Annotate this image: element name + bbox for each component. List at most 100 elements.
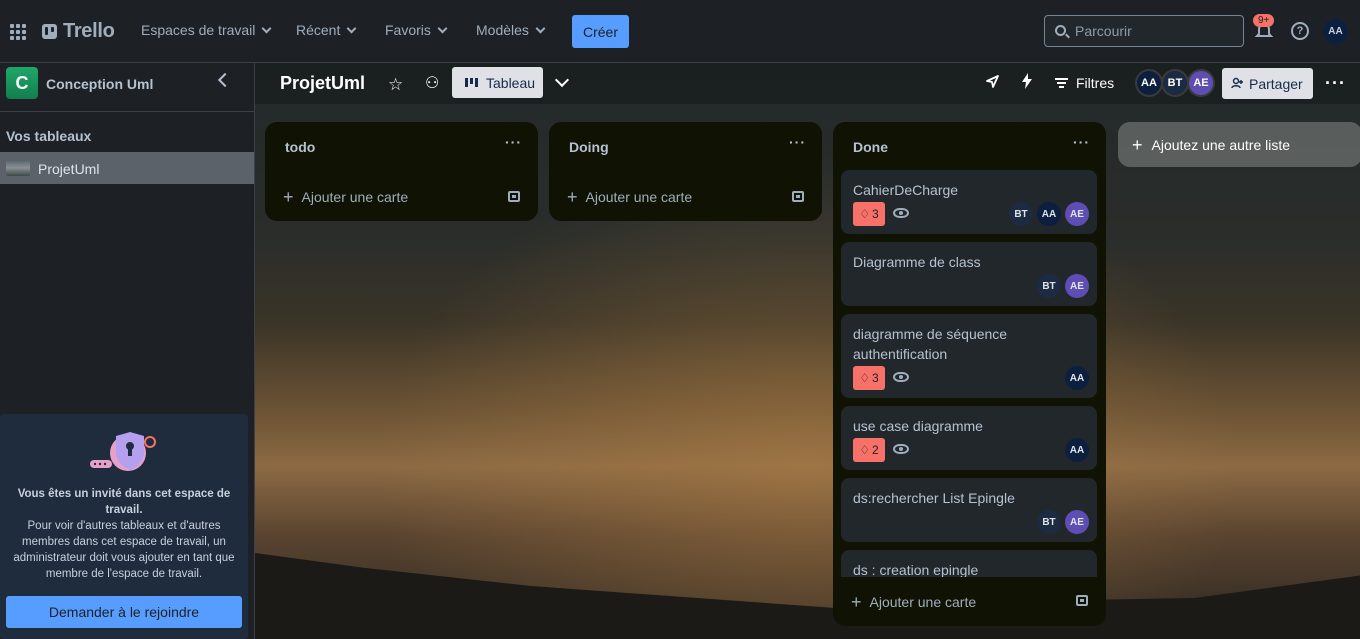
share-label: Partager (1249, 75, 1303, 92)
chevron-down-icon (437, 23, 448, 33)
vote-count: 3 (872, 207, 879, 221)
workspace-name[interactable]: Conception Uml (46, 76, 153, 92)
menu-workspaces-label: Espaces de travail (141, 22, 256, 38)
add-list-button[interactable]: + Ajoutez une autre liste (1118, 122, 1360, 167)
card-title: Diagramme de class (853, 254, 981, 270)
card-diagramme-sequence[interactable]: diagramme de séquence authentification ♢… (841, 314, 1097, 398)
list-title[interactable]: todo (285, 139, 315, 155)
card-list-scroll[interactable]: CahierDeCharge ♢ 3 BT AA AE Diagramme de … (833, 122, 1106, 577)
board-header: ProjetUml ☆ ⚇ Tableau Filtres AA BT AE P… (255, 63, 1360, 104)
collapse-sidebar-icon[interactable] (217, 72, 233, 88)
menu-templates[interactable]: Modèles (476, 22, 546, 38)
create-button[interactable]: Créer (572, 15, 629, 48)
guest-description: Pour voir d'autres tableaux et d'autres … (13, 520, 235, 580)
workspace-header: C Conception Uml (0, 63, 254, 112)
menu-favorites[interactable]: Favoris (385, 22, 448, 38)
board-view-button[interactable]: Tableau (452, 67, 543, 98)
card-use-case-diagramme[interactable]: use case diagramme ♢ 2 AA (841, 406, 1097, 470)
board-title[interactable]: ProjetUml (280, 73, 365, 94)
workspace-badge[interactable]: C (6, 67, 38, 99)
help-icon[interactable]: ? (1291, 22, 1309, 40)
member-avatar[interactable]: BT (1037, 510, 1061, 534)
plus-icon: + (1132, 134, 1143, 155)
card-template-icon[interactable] (1076, 595, 1088, 606)
vote-count: 3 (872, 371, 879, 385)
thumbs-up-icon: ♢ (859, 371, 871, 385)
add-card-button[interactable]: + Ajouter une carte (851, 592, 977, 612)
card-diagramme-de-class[interactable]: Diagramme de class BT AE (841, 242, 1097, 306)
sidebar-item-projetuml[interactable]: ProjetUml (0, 152, 254, 184)
card-members: AA (1065, 438, 1089, 462)
trello-logo[interactable]: Trello (42, 20, 115, 43)
member-avatar[interactable]: AA (1065, 366, 1089, 390)
member-avatar[interactable]: BT (1009, 202, 1033, 226)
search-placeholder: Parcourir (1075, 23, 1132, 39)
board-view-label: Tableau (486, 74, 536, 91)
member-avatar[interactable]: AA (1065, 438, 1089, 462)
power-ups-icon[interactable] (985, 74, 1000, 89)
boards-section-title: Vos tableaux (6, 128, 92, 144)
filter-icon (1055, 78, 1068, 88)
menu-recent[interactable]: Récent (296, 22, 357, 38)
sidebar: C Conception Uml Vos tableaux ProjetUml … (0, 63, 255, 639)
add-person-icon (1231, 77, 1243, 89)
thumbs-up-icon: ♢ (859, 443, 871, 457)
card-template-icon[interactable] (792, 191, 804, 202)
board-thumbnail (6, 161, 30, 176)
member-avatar[interactable]: BT (1037, 274, 1061, 298)
card-members: BT AE (1037, 274, 1089, 298)
add-card-label: Ajouter une carte (585, 189, 693, 205)
menu-recent-label: Récent (296, 22, 341, 38)
search-icon (1055, 25, 1066, 36)
filters-label: Filtres (1076, 75, 1115, 91)
plus-icon: + (851, 592, 862, 612)
board-canvas: ProjetUml ☆ ⚇ Tableau Filtres AA BT AE P… (255, 63, 1360, 639)
card-template-icon[interactable] (508, 191, 520, 202)
board-menu-more-icon[interactable]: ··· (1325, 73, 1346, 94)
trello-logo-icon (42, 24, 57, 39)
chevron-down-icon (346, 23, 357, 33)
card-title: diagramme de séquence authentification (853, 326, 1008, 362)
list-done: Done ··· CahierDeCharge ♢ 3 BT AA AE Diag… (833, 122, 1106, 626)
vote-badge: ♢ 3 (853, 202, 885, 226)
card-title: CahierDeCharge (853, 182, 959, 198)
app-switcher-icon[interactable] (10, 24, 26, 40)
add-list-label: Ajoutez une autre liste (1151, 136, 1291, 153)
request-join-button[interactable]: Demander à le rejoindre (6, 596, 242, 628)
member-avatar[interactable]: AE (1065, 202, 1089, 226)
member-avatar[interactable]: BT (1161, 69, 1189, 97)
share-button[interactable]: Partager (1222, 68, 1313, 99)
member-avatar[interactable]: AA (1037, 202, 1061, 226)
logo-text: Trello (63, 20, 115, 42)
add-card-button[interactable]: + Ajouter une carte (567, 188, 693, 206)
search-input[interactable]: Parcourir (1044, 15, 1244, 47)
filters-button[interactable]: Filtres (1055, 75, 1114, 91)
workspace-visibility-icon[interactable]: ⚇ (425, 73, 439, 93)
member-avatar[interactable]: AE (1187, 69, 1215, 97)
add-card-label: Ajouter une carte (869, 594, 977, 610)
star-icon[interactable]: ☆ (388, 75, 403, 95)
plus-icon: + (283, 187, 294, 207)
list-title[interactable]: Doing (569, 139, 609, 155)
thumbs-up-icon: ♢ (859, 207, 871, 221)
member-avatar[interactable]: AA (1135, 69, 1163, 97)
card-ds-rechercher-list-epingle[interactable]: ds:rechercher List Epingle BT AE (841, 478, 1097, 542)
member-avatar[interactable]: AE (1065, 510, 1089, 534)
list-menu-more-icon[interactable]: ··· (789, 134, 806, 150)
view-switcher-chevron-icon[interactable] (554, 72, 570, 88)
menu-workspaces[interactable]: Espaces de travail (141, 22, 272, 38)
card-title: use case diagramme (853, 418, 983, 434)
list-doing: Doing ··· + Ajouter une carte (549, 122, 822, 221)
board-view-icon (465, 78, 479, 87)
card-cahierdecharge[interactable]: CahierDeCharge ♢ 3 BT AA AE (841, 170, 1097, 234)
user-avatar[interactable]: AA (1323, 19, 1348, 44)
guest-notice: Vous êtes un invité dans cet espace de t… (0, 414, 248, 639)
card-members: BT AA AE (1009, 202, 1089, 226)
card-ds-creation-epingle[interactable]: ds : creation epingle (841, 550, 1097, 577)
add-card-button[interactable]: + Ajouter une carte (283, 187, 408, 207)
watching-eye-icon (893, 208, 909, 218)
automation-bolt-icon[interactable] (1021, 73, 1033, 89)
member-avatar[interactable]: AE (1065, 274, 1089, 298)
list-menu-more-icon[interactable]: ··· (505, 134, 522, 150)
top-navigation: Trello Espaces de travail Récent Favoris… (0, 0, 1360, 63)
